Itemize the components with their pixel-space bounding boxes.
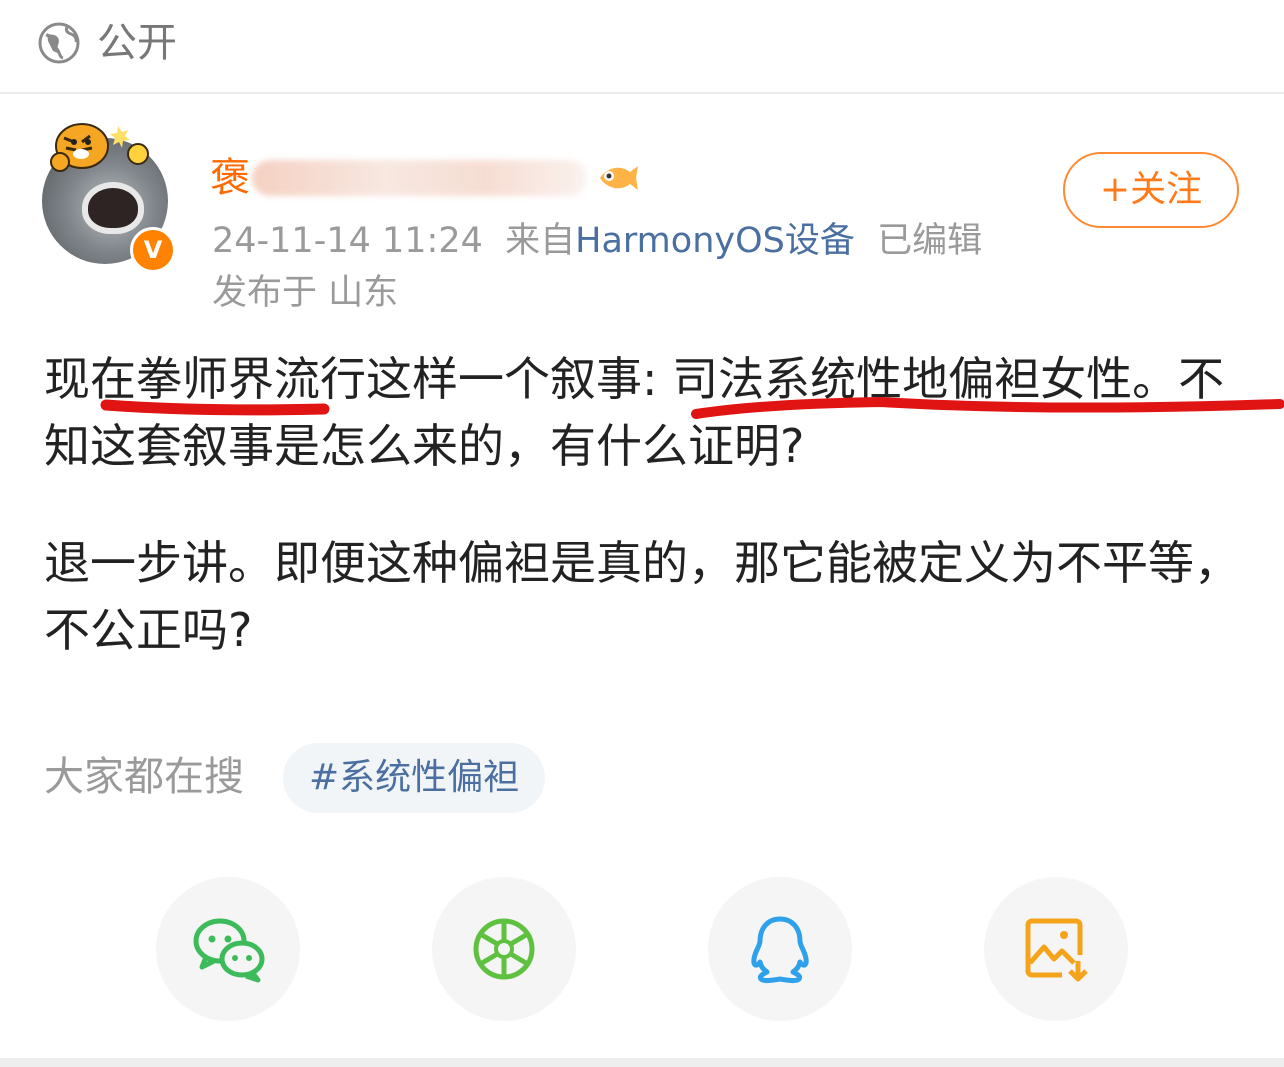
- wechat-icon: [193, 918, 265, 983]
- header-divider: [0, 92, 1284, 94]
- share-save-image-button[interactable]: [984, 877, 1128, 1021]
- moments-icon: [473, 918, 535, 980]
- paragraph-1: 现在拳师界流行这样一个叙事: 司法系统性地偏袒女性。不知这套叙事是怎么来的，有什…: [44, 352, 1225, 473]
- post-content: 现在拳师界流行这样一个叙事: 司法系统性地偏袒女性。不知这套叙事是怎么来的，有什…: [44, 346, 1244, 664]
- edited-label[interactable]: 已编辑: [877, 221, 982, 261]
- share-wechat-button[interactable]: [156, 877, 300, 1021]
- source-link[interactable]: HarmonyOS设备: [575, 221, 855, 261]
- verified-badge: V: [130, 227, 176, 273]
- verified-v-icon: V: [143, 236, 163, 264]
- avatar-tiger-sticker: [50, 123, 149, 172]
- visibility-label: 公开: [97, 20, 177, 66]
- bottom-divider: [0, 1058, 1284, 1067]
- post-location: 发布于 山东: [212, 273, 399, 313]
- trending-tag[interactable]: #系统性偏袒: [283, 743, 546, 813]
- post-timestamp: 24-11-14 11:24: [212, 221, 483, 261]
- visibility-bar[interactable]: 公开: [0, 0, 1284, 92]
- trending-label: 大家都在搜: [44, 754, 244, 800]
- save-image-icon: [1025, 918, 1088, 982]
- fish-badge-icon: [600, 166, 638, 190]
- author-name[interactable]: 褒: [210, 153, 250, 203]
- follow-button[interactable]: +关注: [1063, 152, 1239, 228]
- share-qq-button[interactable]: [708, 877, 852, 1021]
- share-moments-button[interactable]: [432, 877, 576, 1021]
- globe-icon: [38, 22, 80, 64]
- paragraph-2: 退一步讲。即便这种偏袒是真的，那它能被定义为不平等，不公正吗?: [44, 536, 1240, 657]
- qq-icon: [751, 916, 809, 984]
- author-name-blurred: [252, 160, 587, 196]
- post-meta: 24-11-14 11:24 来自HarmonyOS设备 已编辑: [212, 218, 982, 264]
- source-prefix: 来自: [505, 221, 576, 261]
